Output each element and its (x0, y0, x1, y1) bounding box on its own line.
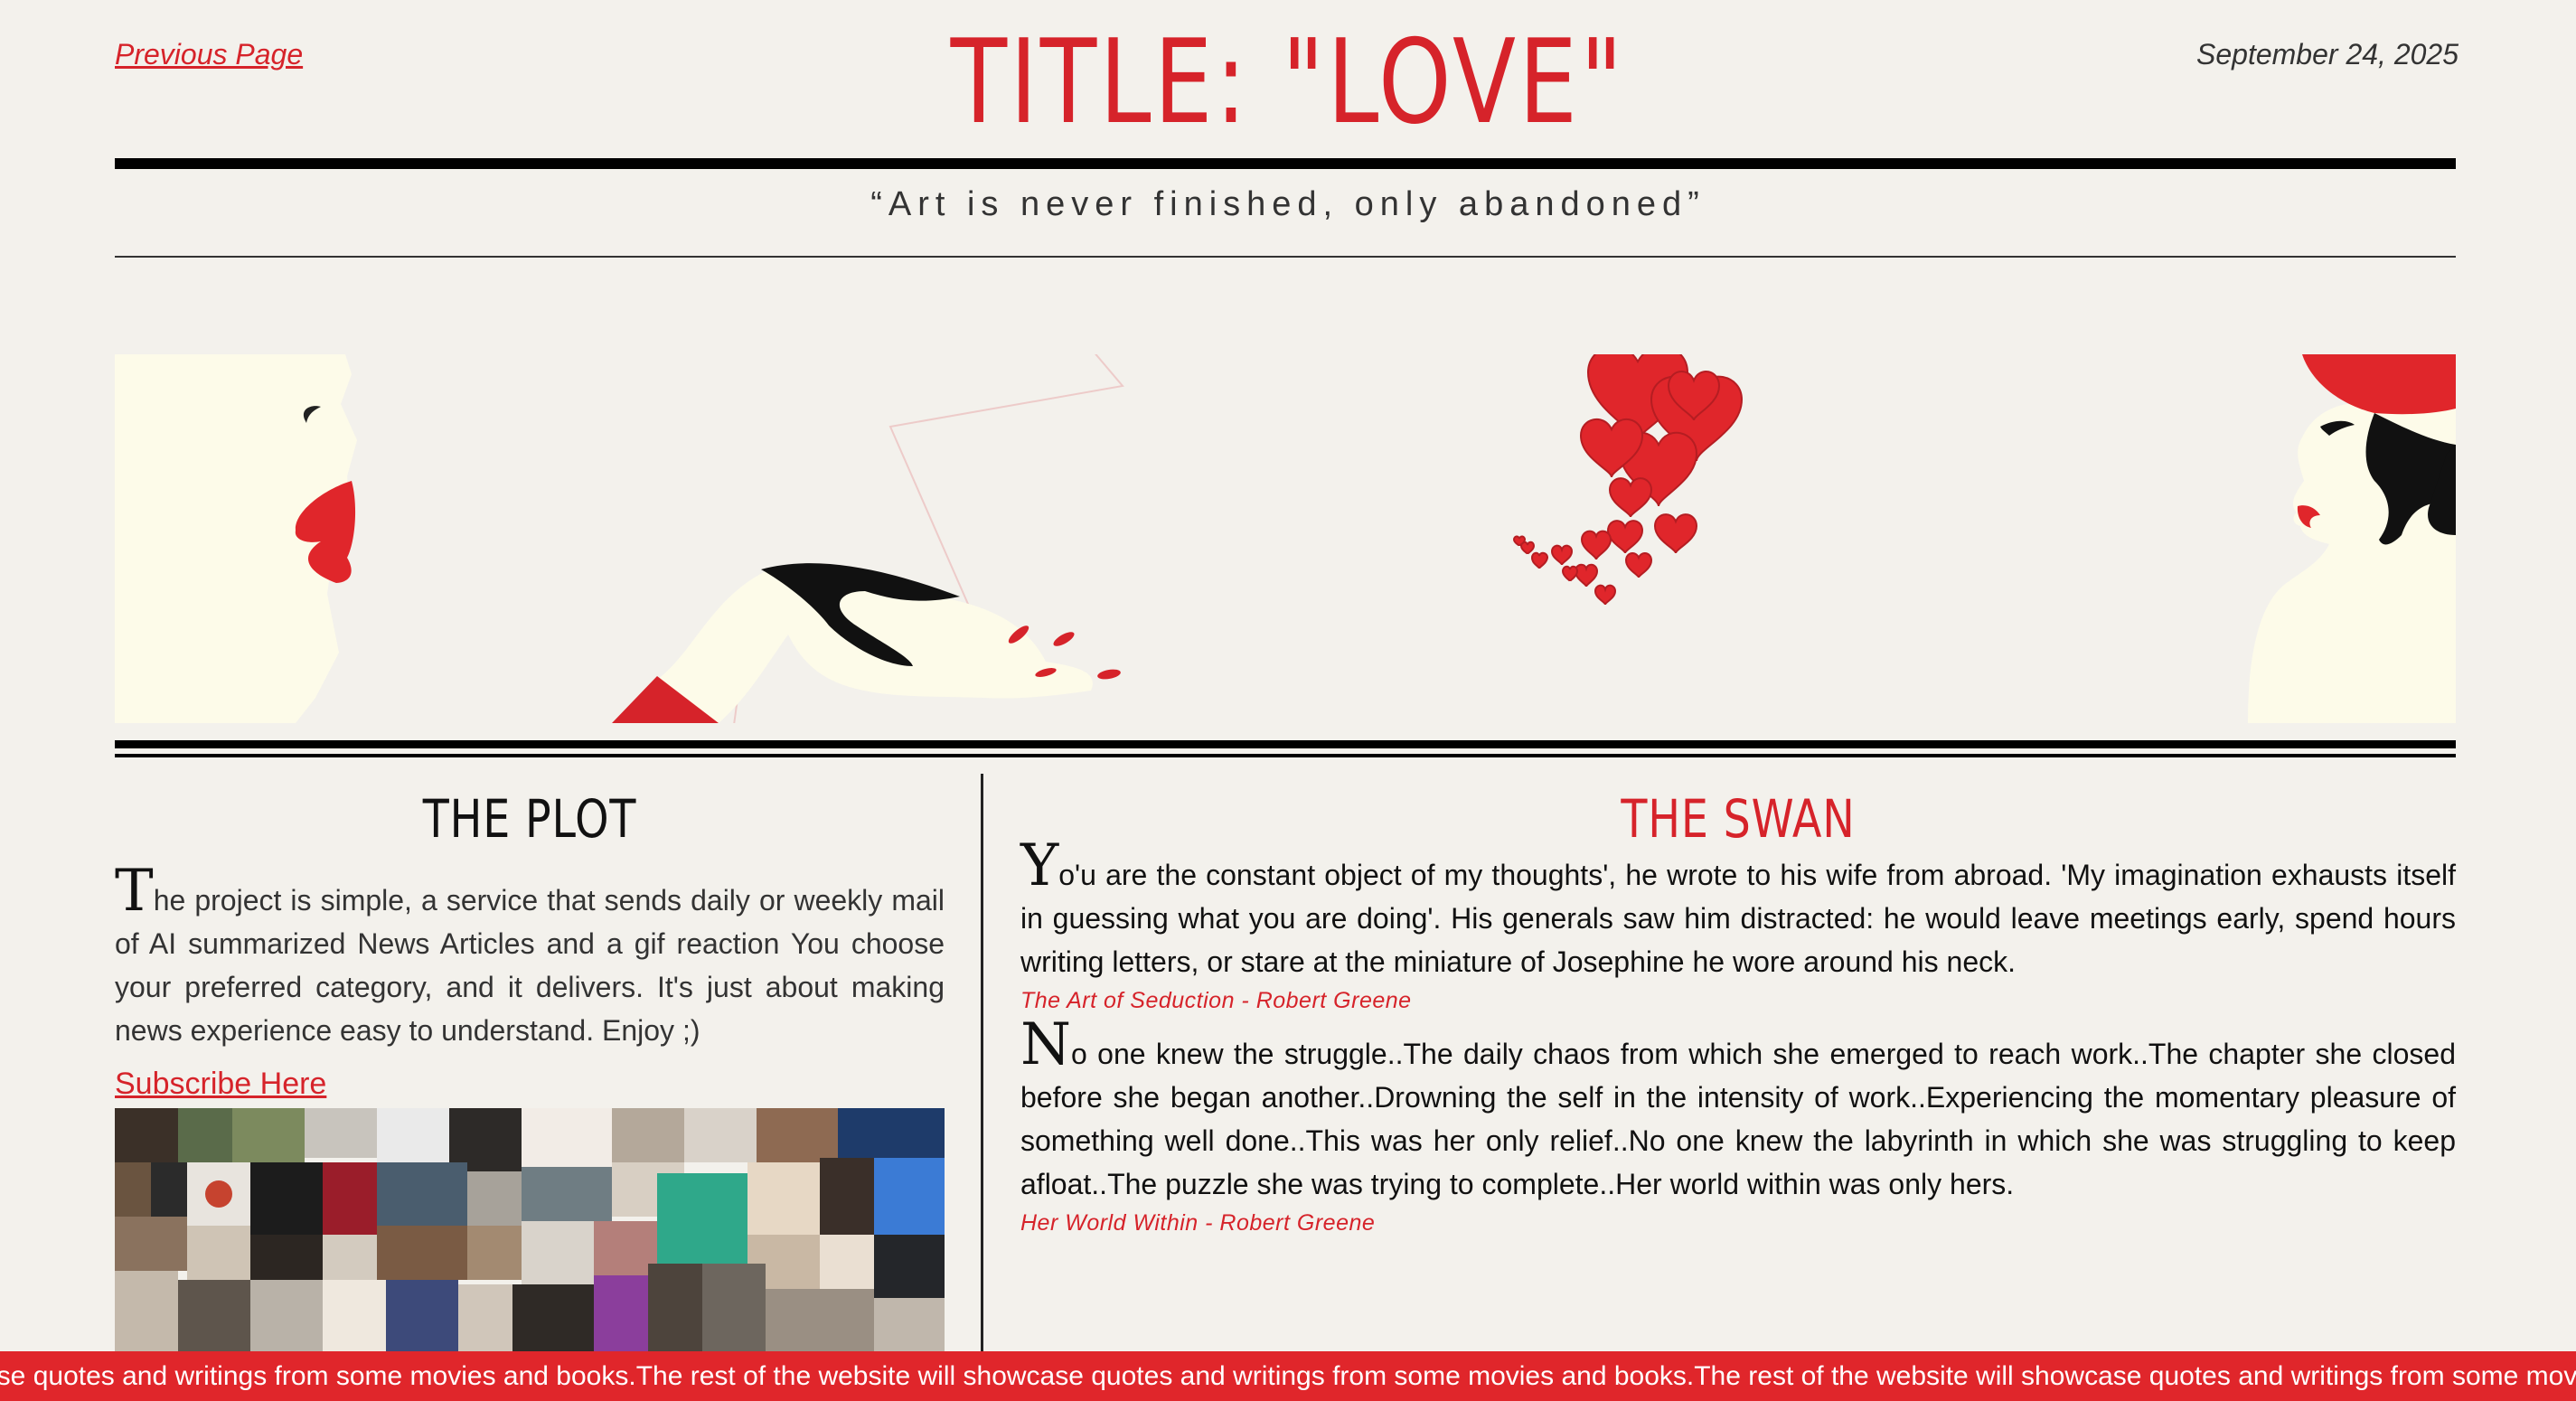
swan-entry-2-text: o one knew the struggle..The daily chaos… (1020, 1038, 2456, 1200)
header-rule (115, 158, 2456, 169)
plot-paragraph: The project is simple, a service that se… (115, 862, 945, 1052)
plot-dropcap: T (115, 858, 154, 925)
ticker-text: ase quotes and writings from some movies… (0, 1361, 2576, 1391)
swan-entry-2-dropcap: N (1020, 1011, 1071, 1078)
left-face-illustration (115, 354, 357, 723)
page-title: TITLE: "LOVE" (950, 15, 1626, 150)
plot-heading: THE PLOT (422, 788, 637, 850)
date-label: September 24, 2025 (2196, 38, 2458, 71)
banner-rule-bottom (115, 754, 2456, 757)
swan-entry-2-source: Her World Within - Robert Greene (1020, 1210, 1376, 1236)
swan-entry-1-dropcap: Y (1020, 832, 1059, 899)
swan-entry-1-source: The Art of Seduction - Robert Greene (1020, 988, 1412, 1013)
column-divider (981, 774, 983, 1352)
subscribe-link[interactable]: Subscribe Here (115, 1067, 326, 1102)
swan-entry-1-text: o'u are the constant object of my though… (1020, 859, 2456, 978)
swan-heading: THE SWAN (1621, 788, 1856, 850)
swan-entries: Yo'u are the constant object of my thoug… (1020, 837, 2456, 1249)
quote-rule (115, 256, 2456, 258)
swan-entry-1: Yo'u are the constant object of my thoug… (1020, 837, 2456, 983)
right-woman-illustration (2248, 354, 2456, 723)
banner-rule-top (115, 740, 2456, 748)
plot-text: he project is simple, a service that sen… (115, 884, 945, 1047)
love-banner-illustration (115, 354, 2456, 723)
tagline-quote: “Art is never finished, only abandoned” (870, 185, 1706, 223)
gif-collage-image (115, 1108, 945, 1352)
swan-entry-2: No one knew the struggle..The daily chao… (1020, 1016, 2456, 1206)
hearts-illustration (1512, 354, 1744, 606)
collage-tiles (115, 1108, 945, 1352)
hand-illustration (612, 563, 1121, 723)
scrolling-ticker: ase quotes and writings from some movies… (0, 1351, 2576, 1401)
